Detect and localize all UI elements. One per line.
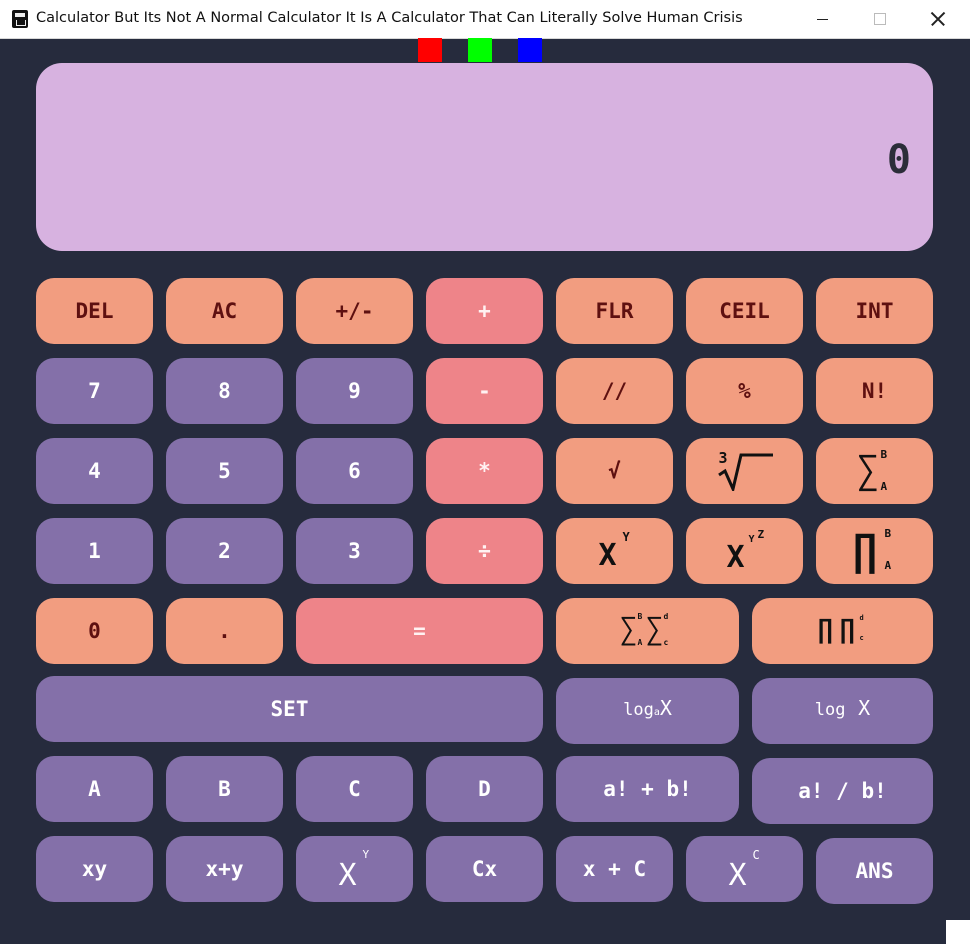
del-button[interactable]: DEL: [36, 278, 153, 344]
calculator-display: 0: [36, 63, 933, 251]
var-c-button[interactable]: C: [296, 756, 413, 822]
modulo-button[interactable]: %: [686, 358, 803, 424]
log-icon: log X: [814, 696, 871, 720]
floor-button[interactable]: FLR: [556, 278, 673, 344]
digit-9-button[interactable]: 9: [296, 358, 413, 424]
x-power-c-icon: X C: [728, 848, 760, 893]
pi-product-icon: ∏ B A: [852, 526, 892, 575]
maximize-icon: [874, 13, 886, 25]
power-icon: X Y: [598, 530, 630, 573]
x-power-y-icon: X Y: [338, 848, 370, 893]
multiply-button[interactable]: *: [426, 438, 543, 504]
ans-button[interactable]: ANS: [816, 838, 933, 904]
double-summation-button[interactable]: ∑ B A ∑ d c: [556, 598, 739, 664]
window-title: Calculator But Its Not A Normal Calculat…: [36, 10, 743, 26]
power-tower-button[interactable]: X Y Z: [686, 518, 803, 584]
int-button[interactable]: INT: [816, 278, 933, 344]
double-product-button[interactable]: ∏ ∏ d c: [752, 598, 933, 664]
theme-blue-button[interactable]: [518, 38, 542, 62]
divide-button[interactable]: ÷: [426, 518, 543, 584]
xy-button[interactable]: xy: [36, 836, 153, 902]
cx-button[interactable]: Cx: [426, 836, 543, 902]
minimize-button[interactable]: [793, 0, 851, 38]
digit-6-button[interactable]: 6: [296, 438, 413, 504]
resize-grip[interactable]: [946, 920, 970, 944]
cube-root-button[interactable]: 3: [686, 438, 803, 504]
equals-button[interactable]: =: [296, 598, 543, 664]
x-plus-c-button[interactable]: x + C: [556, 836, 673, 902]
log-base-button[interactable]: logaX: [556, 678, 739, 744]
x-power-c-button[interactable]: X C: [686, 836, 803, 902]
cube-root-icon: 3: [717, 451, 773, 491]
digit-5-button[interactable]: 5: [166, 438, 283, 504]
negate-button[interactable]: +/-: [296, 278, 413, 344]
ceil-button[interactable]: CEIL: [686, 278, 803, 344]
close-icon: [931, 12, 945, 26]
digit-3-button[interactable]: 3: [296, 518, 413, 584]
power-tower-icon: X Y Z: [726, 528, 765, 575]
summation-button[interactable]: ∑ B A: [816, 438, 933, 504]
decimal-button[interactable]: .: [166, 598, 283, 664]
sigma-icon: ∑ B A: [856, 448, 888, 493]
theme-green-button[interactable]: [468, 38, 492, 62]
display-value: 0: [886, 137, 911, 183]
add-button[interactable]: +: [426, 278, 543, 344]
title-bar: Calculator But Its Not A Normal Calculat…: [0, 0, 970, 39]
var-b-button[interactable]: B: [166, 756, 283, 822]
subtract-button[interactable]: -: [426, 358, 543, 424]
double-sigma-icon: ∑ B A ∑ d c: [619, 612, 669, 647]
set-button[interactable]: SET: [36, 676, 543, 742]
var-d-button[interactable]: D: [426, 756, 543, 822]
log-button[interactable]: log X: [752, 678, 933, 744]
floor-divide-button[interactable]: //: [556, 358, 673, 424]
digit-8-button[interactable]: 8: [166, 358, 283, 424]
digit-7-button[interactable]: 7: [36, 358, 153, 424]
double-pi-icon: ∏ ∏ d c: [817, 614, 864, 645]
maximize-button[interactable]: [851, 0, 909, 38]
digit-1-button[interactable]: 1: [36, 518, 153, 584]
x-power-y-button[interactable]: X Y: [296, 836, 413, 902]
digit-4-button[interactable]: 4: [36, 438, 153, 504]
digit-0-button[interactable]: 0: [36, 598, 153, 664]
product-button[interactable]: ∏ B A: [816, 518, 933, 584]
ac-button[interactable]: AC: [166, 278, 283, 344]
x-plus-y-button[interactable]: x+y: [166, 836, 283, 902]
power-button[interactable]: X Y: [556, 518, 673, 584]
minimize-icon: [816, 18, 828, 20]
var-a-button[interactable]: A: [36, 756, 153, 822]
app-icon: [12, 10, 28, 28]
factorial-divide-button[interactable]: a! / b!: [752, 758, 933, 824]
log-base-icon: logaX: [623, 696, 672, 720]
square-root-button[interactable]: √: [556, 438, 673, 504]
theme-red-button[interactable]: [418, 38, 442, 62]
factorial-button[interactable]: N!: [816, 358, 933, 424]
digit-2-button[interactable]: 2: [166, 518, 283, 584]
factorial-sum-button[interactable]: a! + b!: [556, 756, 739, 822]
close-button[interactable]: [909, 0, 967, 38]
radical-sign: [717, 453, 773, 491]
